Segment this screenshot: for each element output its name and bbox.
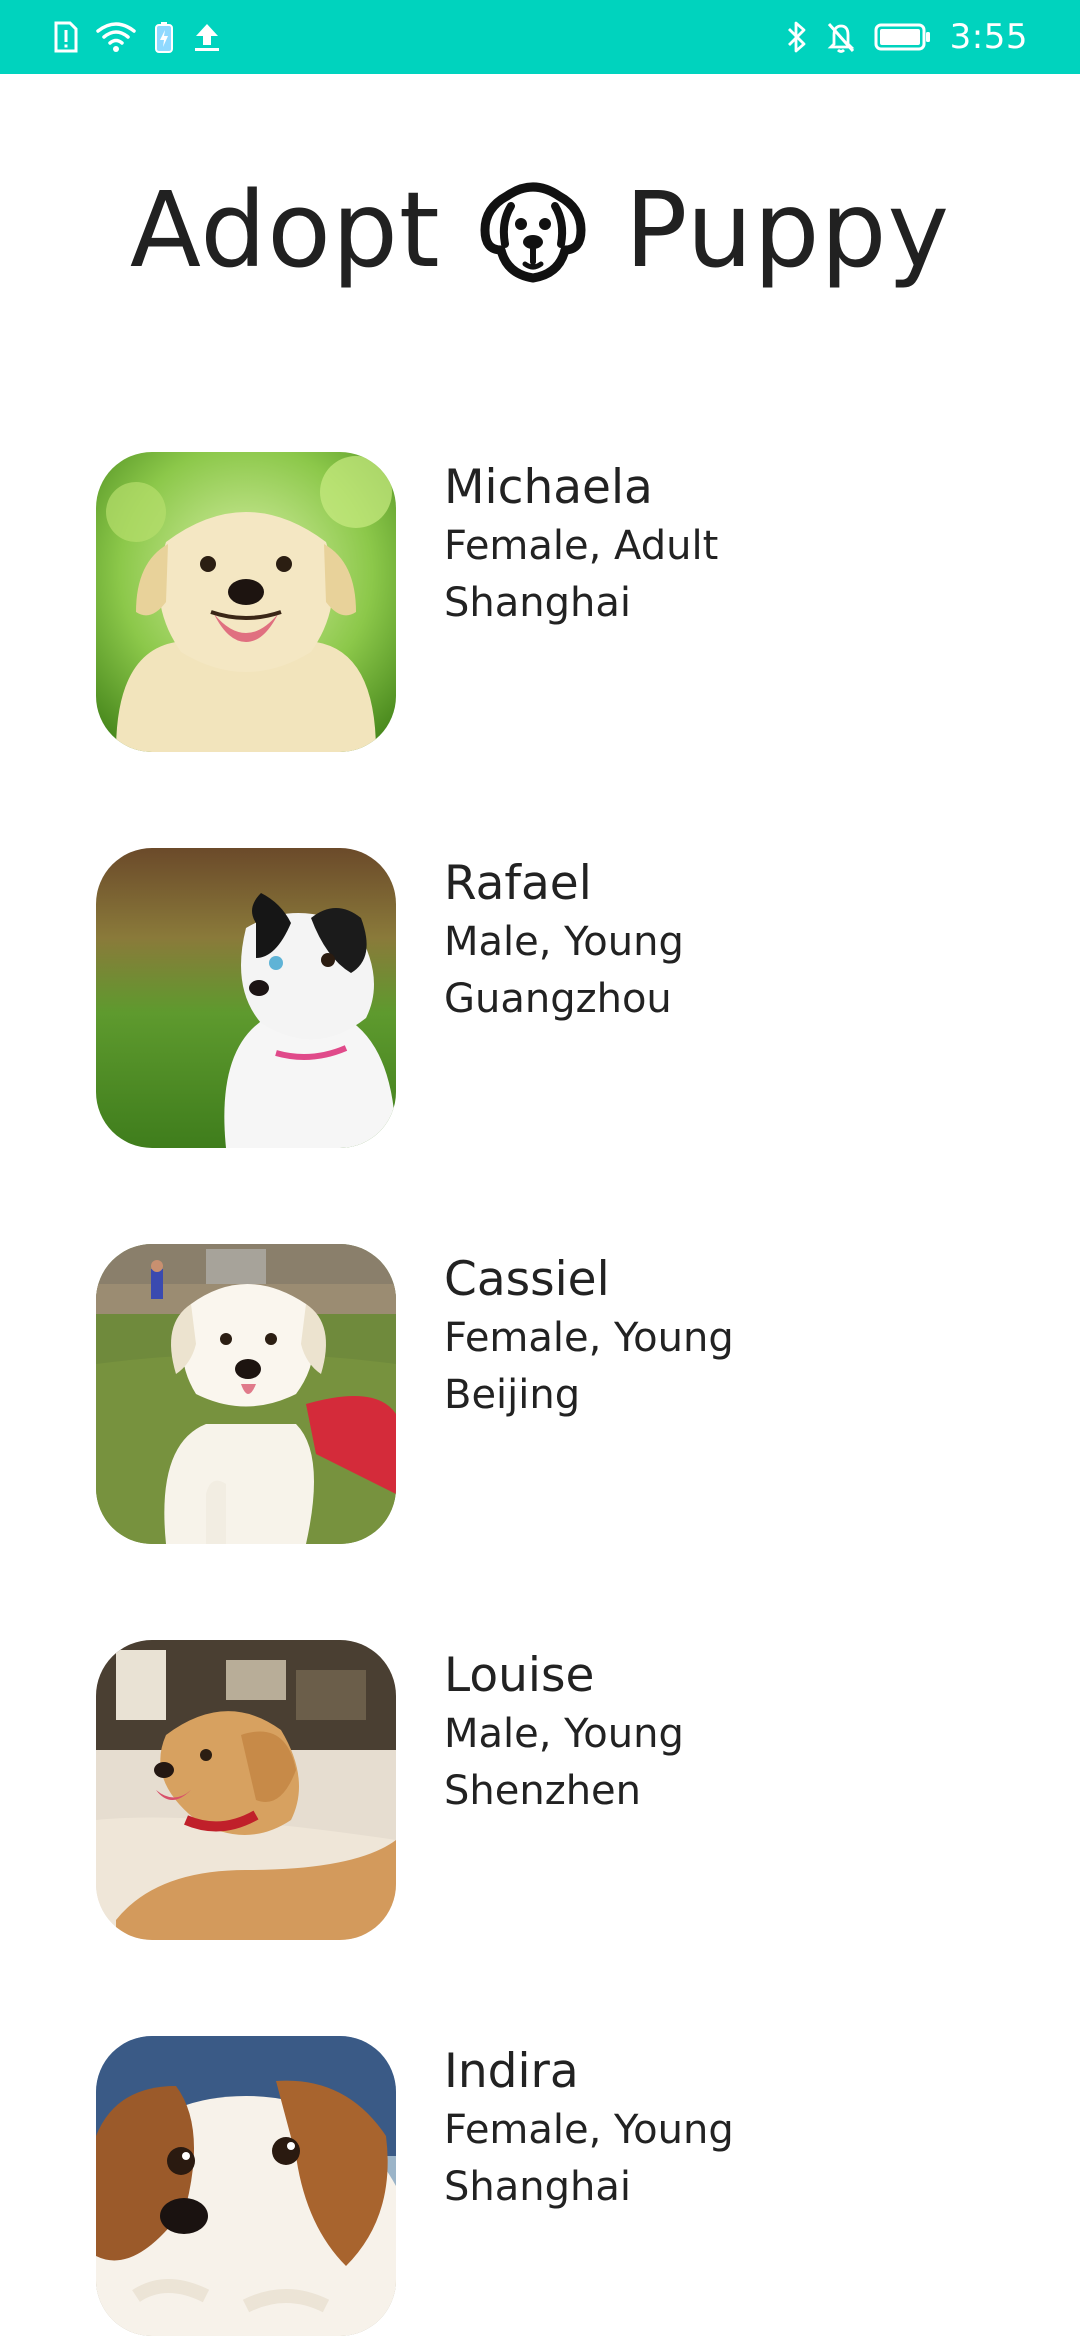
upload-icon	[195, 24, 219, 51]
puppy-name: Michaela	[444, 460, 653, 515]
puppy-gender-age: Female, Adult	[444, 523, 719, 569]
labrador-puppy-photo	[96, 452, 396, 752]
puppy-name: Louise	[444, 1648, 595, 1703]
list-item[interactable]: Indira Female, Young Shanghai	[96, 2036, 996, 2336]
status-bar: 3:55	[0, 0, 1080, 74]
puppy-city: Guangzhou	[444, 976, 672, 1022]
status-time: 3:55	[949, 17, 1028, 57]
battery-saver-icon	[155, 22, 173, 53]
list-item[interactable]: Louise Male, Young Shenzhen	[96, 1640, 996, 1940]
list-item[interactable]: Rafael Male, Young Guangzhou	[96, 848, 996, 1148]
puppy-city: Shanghai	[444, 580, 631, 626]
sim-alert-icon	[54, 21, 78, 53]
puppy-info: Cassiel Female, Young Beijing	[444, 1250, 734, 1424]
puppy-info: Michaela Female, Adult Shanghai	[444, 458, 718, 632]
white-lab-puppy-photo	[96, 1244, 396, 1544]
title-word-adopt: Adopt	[129, 169, 441, 291]
golden-retriever-puppy-photo	[96, 1640, 396, 1940]
list-item[interactable]: Michaela Female, Adult Shanghai	[96, 452, 996, 752]
puppy-gender-age: Male, Young	[444, 1711, 684, 1757]
puppy-city: Shenzhen	[444, 1768, 642, 1814]
status-bar-right-icons: 3:55	[786, 16, 1028, 58]
dog-face-icon	[480, 182, 586, 283]
puppy-gender-age: Male, Young	[444, 919, 684, 965]
puppy-name: Indira	[444, 2044, 579, 2099]
bluetooth-icon	[787, 21, 806, 53]
puppy-info: Rafael Male, Young Guangzhou	[444, 854, 684, 1028]
puppy-info: Louise Male, Young Shenzhen	[444, 1646, 684, 1820]
puppy-gender-age: Female, Young	[444, 2107, 734, 2153]
battery-icon	[874, 23, 930, 51]
puppy-name: Rafael	[444, 856, 592, 911]
border-collie-puppy-photo	[96, 848, 396, 1148]
page-title: Adopt Puppy	[0, 160, 1080, 300]
puppy-city: Beijing	[444, 1372, 581, 1418]
puppy-name: Cassiel	[444, 1252, 610, 1307]
list-item[interactable]: Cassiel Female, Young Beijing	[96, 1244, 996, 1544]
status-bar-left-icons	[52, 16, 222, 58]
wifi-icon	[96, 22, 136, 52]
notifications-off-icon	[827, 23, 855, 53]
puppy-city: Shanghai	[444, 2164, 631, 2210]
puppy-gender-age: Female, Young	[444, 1315, 734, 1361]
cavalier-puppy-photo	[96, 2036, 396, 2336]
title-word-puppy: Puppy	[624, 169, 951, 291]
puppy-info: Indira Female, Young Shanghai	[444, 2042, 734, 2216]
